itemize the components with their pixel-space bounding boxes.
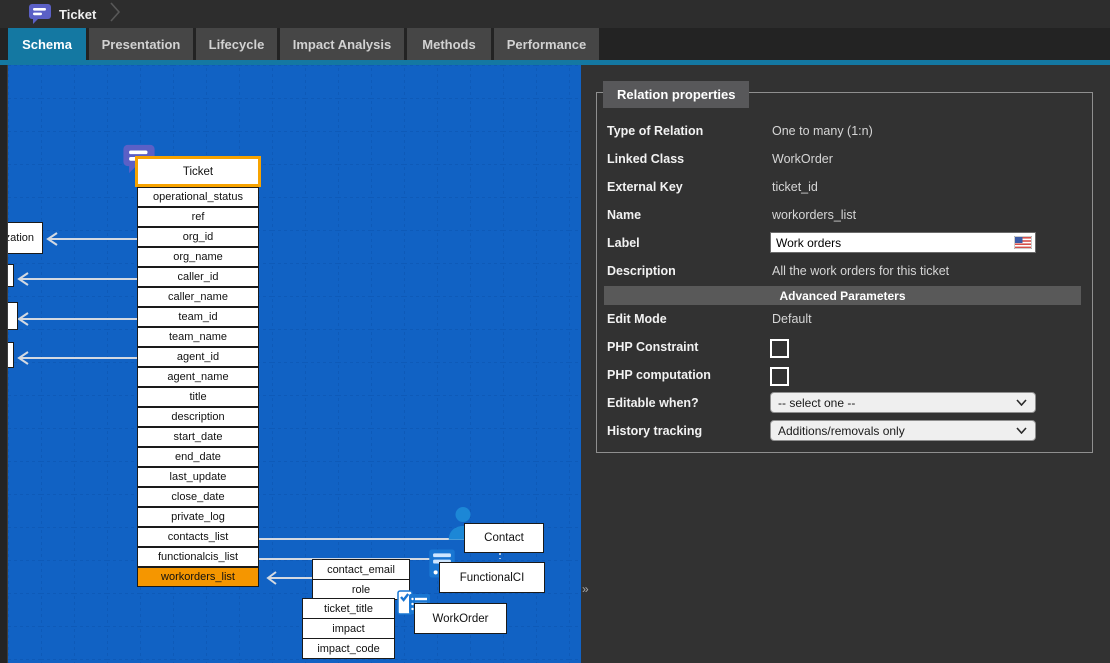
breadcrumb-chevron-icon — [110, 2, 122, 27]
tab-performance[interactable]: Performance — [494, 28, 599, 60]
field-description[interactable]: description — [137, 407, 259, 427]
value-name: workorders_list — [772, 208, 856, 222]
field-team_id[interactable]: team_id — [137, 307, 259, 327]
field-caller_id[interactable]: caller_id — [137, 267, 259, 287]
field-contact_email[interactable]: contact_email — [312, 559, 410, 580]
field-agent_id[interactable]: agent_id — [137, 347, 259, 367]
label-name: Name — [607, 208, 767, 222]
value-description: All the work orders for this ticket — [772, 264, 949, 278]
value-external-key: ticket_id — [772, 180, 818, 194]
tab-lifecycle[interactable]: Lifecycle — [196, 28, 277, 60]
title-bar: Ticket — [0, 0, 1110, 28]
field-impact_code[interactable]: impact_code — [302, 638, 395, 659]
field-functionalcis_list[interactable]: functionalcis_list — [137, 547, 259, 567]
field-org_id[interactable]: org_id — [137, 227, 259, 247]
label-external-key: External Key — [607, 180, 767, 194]
left-entity-partial[interactable] — [8, 342, 14, 368]
label-label: Label — [607, 236, 767, 250]
field-contacts_list[interactable]: contacts_list — [137, 527, 259, 547]
php-constraint-checkbox[interactable] — [770, 339, 789, 358]
left-entity-partial[interactable] — [8, 264, 14, 287]
label-type-of-relation: Type of Relation — [607, 124, 767, 138]
value-linked-class: WorkOrder — [772, 152, 833, 166]
label-input-wrap — [770, 232, 1036, 253]
organization-entity-partial[interactable]: Organization — [8, 222, 43, 254]
field-ref[interactable]: ref — [137, 207, 259, 227]
field-ticket_title[interactable]: ticket_title — [302, 598, 395, 619]
field-workorders_list-selected[interactable]: workorders_list — [137, 567, 259, 587]
label-linked-class: Linked Class — [607, 152, 767, 166]
chevron-down-icon — [1016, 427, 1027, 434]
left-gutter — [0, 65, 8, 663]
entity-functionalci[interactable]: FunctionalCI — [439, 562, 545, 593]
editable-when-selected-value: -- select one -- — [778, 396, 855, 410]
field-operational_status[interactable]: operational_status — [137, 187, 259, 207]
ticket-bubble-icon — [28, 3, 52, 25]
php-computation-checkbox[interactable] — [770, 367, 789, 386]
value-type-of-relation: One to many (1:n) — [772, 124, 873, 138]
page-title: Ticket — [59, 7, 96, 22]
field-start_date[interactable]: start_date — [137, 427, 259, 447]
tab-presentation[interactable]: Presentation — [89, 28, 193, 60]
label-php-constraint: PHP Constraint — [607, 340, 767, 354]
field-org_name[interactable]: org_name — [137, 247, 259, 267]
field-end_date[interactable]: end_date — [137, 447, 259, 467]
history-tracking-select[interactable]: Additions/removals only — [770, 420, 1036, 441]
tab-schema[interactable]: Schema — [8, 28, 86, 60]
field-role[interactable]: role — [312, 579, 410, 600]
field-caller_name[interactable]: caller_name — [137, 287, 259, 307]
schema-canvas[interactable]: Organization Ticket operational_status r… — [8, 65, 581, 663]
label-history-tracking: History tracking — [607, 424, 767, 438]
ticket-entity-header[interactable]: Ticket — [135, 156, 261, 187]
editable-when-select[interactable]: -- select one -- — [770, 392, 1036, 413]
field-last_update[interactable]: last_update — [137, 467, 259, 487]
tab-bar: Schema Presentation Lifecycle Impact Ana… — [0, 28, 1110, 60]
tab-methods[interactable]: Methods — [407, 28, 491, 60]
field-close_date[interactable]: close_date — [137, 487, 259, 507]
entity-workorder[interactable]: WorkOrder — [414, 603, 507, 634]
entity-contact[interactable]: Contact — [464, 523, 544, 553]
field-title[interactable]: title — [137, 387, 259, 407]
field-private_log[interactable]: private_log — [137, 507, 259, 527]
relation-properties-legend: Relation properties — [603, 81, 749, 108]
label-editable-when: Editable when? — [607, 396, 767, 410]
label-edit-mode: Edit Mode — [607, 312, 767, 326]
value-edit-mode: Default — [772, 312, 812, 326]
field-agent_name[interactable]: agent_name — [137, 367, 259, 387]
label-input[interactable] — [770, 232, 1036, 253]
panel-splitter-chevron-icon[interactable]: » — [582, 583, 589, 595]
field-impact[interactable]: impact — [302, 618, 395, 639]
language-flag-icon[interactable] — [1014, 236, 1032, 254]
tab-impact-analysis[interactable]: Impact Analysis — [280, 28, 404, 60]
label-php-computation: PHP computation — [607, 368, 767, 382]
history-tracking-selected-value: Additions/removals only — [778, 424, 905, 438]
advanced-parameters-header: Advanced Parameters — [604, 286, 1081, 305]
left-entity-partial[interactable] — [8, 302, 18, 330]
field-team_name[interactable]: team_name — [137, 327, 259, 347]
label-description: Description — [607, 264, 767, 278]
chevron-down-icon — [1016, 399, 1027, 406]
